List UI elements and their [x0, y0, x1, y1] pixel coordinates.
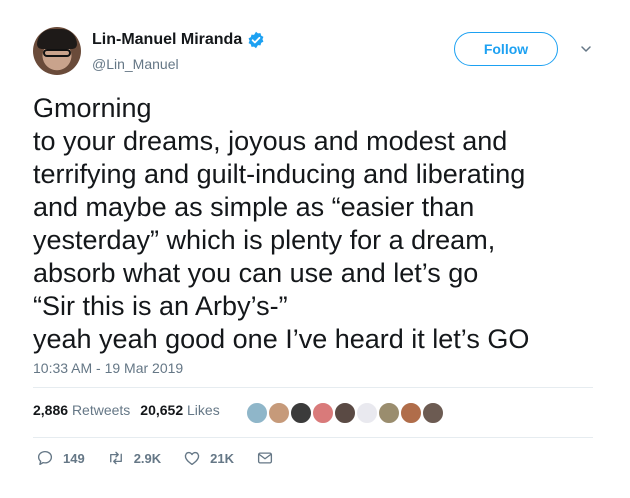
reply-icon: [37, 450, 53, 466]
tweet-card: Lin-Manuel Miranda @Lin_Manuel Follow Gm…: [0, 0, 630, 498]
tweet-text: Gmorning to your dreams, joyous and mode…: [33, 93, 530, 354]
verified-badge-icon: [248, 31, 264, 49]
follow-button[interactable]: Follow: [454, 32, 558, 66]
divider: [33, 437, 593, 438]
retweets-stat[interactable]: 2,886 Retweets: [33, 402, 130, 418]
heart-icon: [184, 451, 200, 466]
tweet-actions: 149 2.9K 21K: [36, 449, 305, 467]
liker-avatar[interactable]: [312, 402, 334, 424]
envelope-icon: [257, 452, 273, 464]
liker-avatar[interactable]: [268, 402, 290, 424]
avatar[interactable]: [33, 27, 81, 75]
like-button[interactable]: 21K: [183, 449, 234, 467]
divider: [33, 387, 593, 388]
liker-avatars: [246, 402, 444, 424]
likes-label: Likes: [187, 402, 220, 418]
liker-avatar[interactable]: [334, 402, 356, 424]
liker-avatar[interactable]: [290, 402, 312, 424]
liker-avatar[interactable]: [378, 402, 400, 424]
author-name-row: Lin-Manuel Miranda: [92, 31, 265, 49]
direct-message-button[interactable]: [256, 449, 283, 467]
likes-stat[interactable]: 20,652 Likes: [140, 402, 219, 418]
retweet-icon: [109, 451, 122, 465]
avatar-hair: [37, 29, 77, 49]
retweets-label: Retweets: [71, 402, 131, 418]
liker-avatar[interactable]: [400, 402, 422, 424]
likes-count: 20,652: [140, 402, 184, 418]
retweet-count: 2.9K: [133, 450, 162, 466]
liker-avatar[interactable]: [246, 402, 268, 424]
author-handle[interactable]: @Lin_Manuel: [92, 56, 179, 72]
engagement-stats: 2,886 Retweets 20,652 Likes: [33, 402, 230, 418]
author-display-name[interactable]: Lin-Manuel Miranda: [92, 31, 242, 49]
reply-count: 149: [63, 450, 85, 466]
liker-avatar[interactable]: [422, 402, 444, 424]
retweets-count: 2,886: [33, 402, 69, 418]
like-count: 21K: [210, 450, 235, 466]
retweet-button[interactable]: 2.9K: [107, 449, 161, 467]
avatar-glasses: [43, 49, 71, 57]
tweet-timestamp[interactable]: 10:33 AM - 19 Mar 2019: [33, 360, 183, 376]
liker-avatar[interactable]: [356, 402, 378, 424]
reply-button[interactable]: 149: [36, 449, 85, 467]
chevron-down-icon[interactable]: [580, 43, 592, 55]
